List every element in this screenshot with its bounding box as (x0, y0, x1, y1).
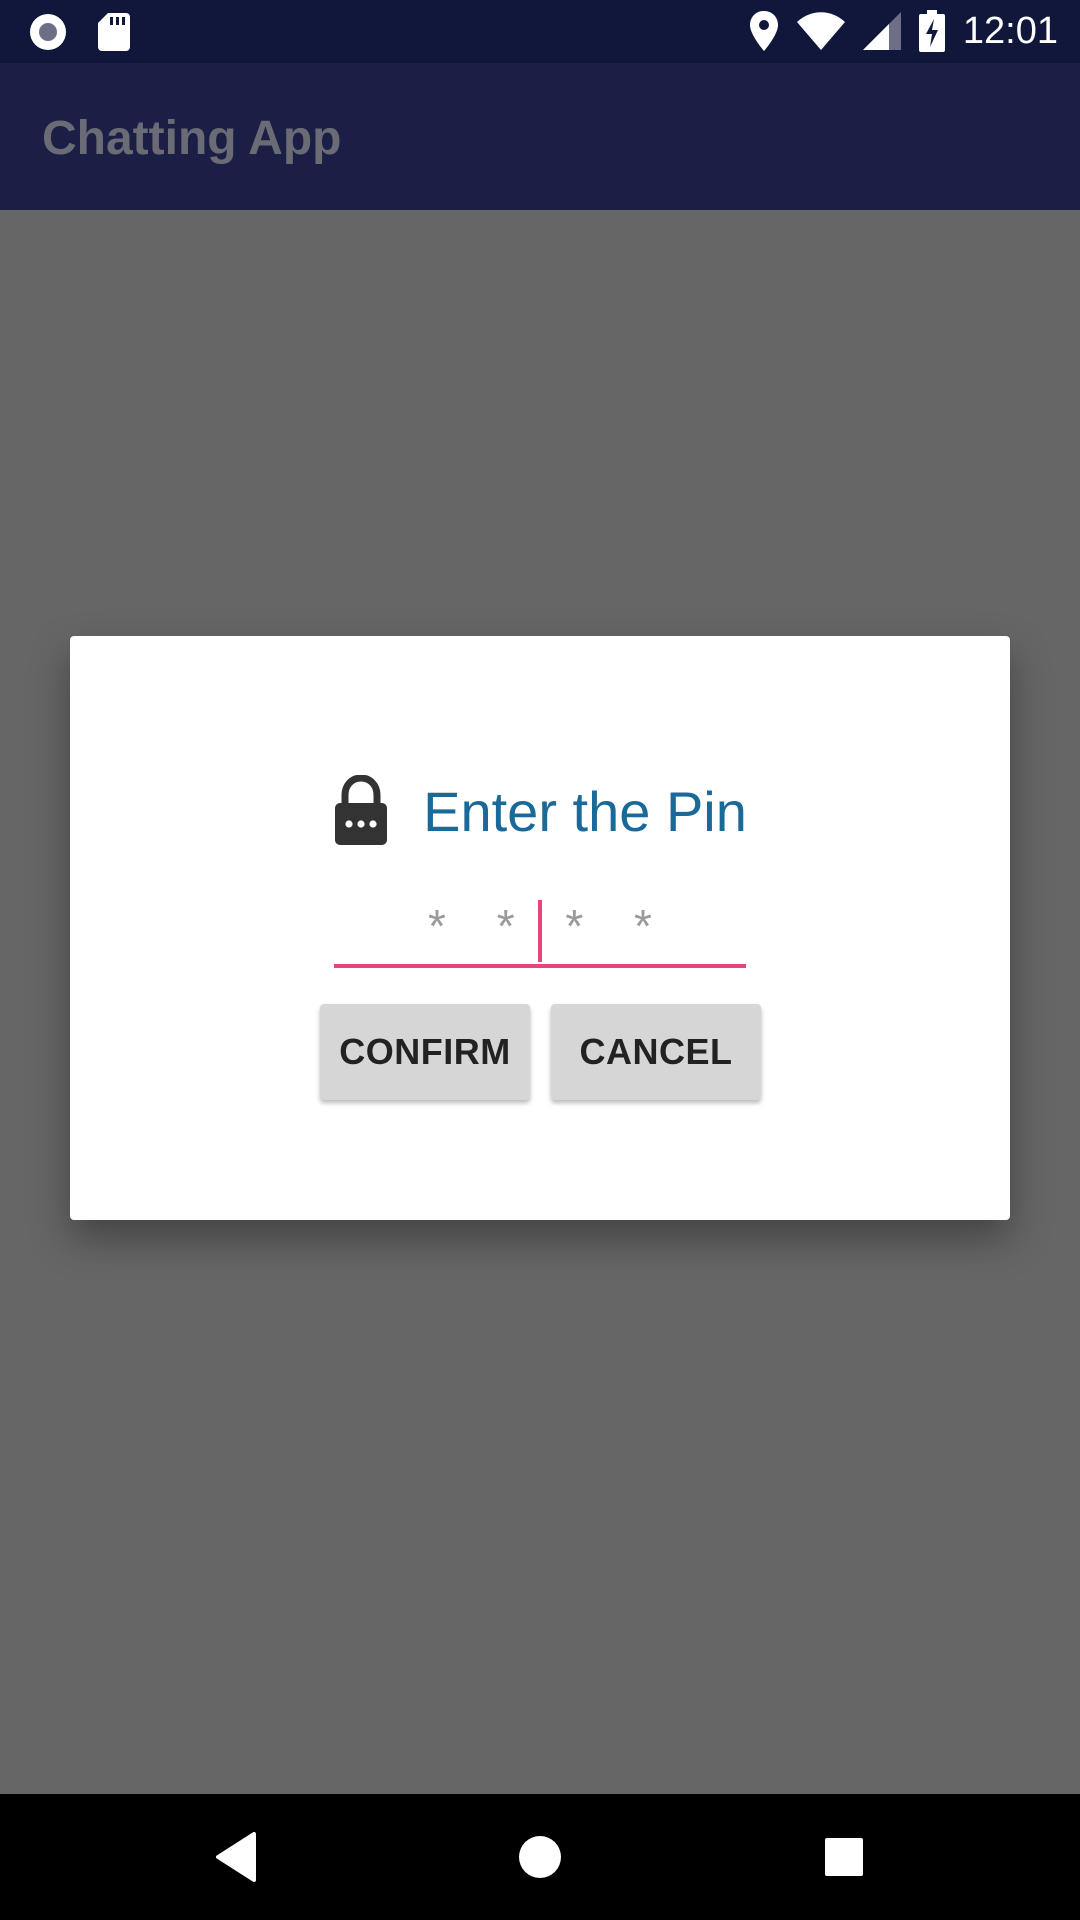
lock-icon (335, 775, 388, 845)
dialog-title: Enter the Pin (423, 779, 747, 843)
text-cursor (538, 900, 542, 962)
confirm-button[interactable]: CONFIRM (320, 1004, 530, 1100)
app-bar: Chatting App (0, 63, 1080, 210)
status-time: 12:01 (962, 9, 1058, 52)
cancel-button[interactable]: CANCEL (551, 1004, 761, 1100)
home-icon (519, 1836, 561, 1878)
app-title: Chatting App (42, 112, 342, 165)
battery-charging-icon (918, 10, 945, 52)
recents-icon (825, 1838, 863, 1876)
cell-signal-icon (862, 12, 901, 50)
recents-button[interactable] (811, 1824, 877, 1890)
record-icon (30, 14, 66, 50)
back-icon (216, 1832, 256, 1882)
pin-dialog: Enter the Pin * * * * CONFIRM CANCEL (70, 636, 1010, 1220)
sd-card-icon (98, 13, 130, 51)
back-button[interactable] (203, 1824, 269, 1890)
location-icon (749, 11, 778, 51)
status-right-icons: 12:01 (749, 8, 1058, 54)
status-left-icons (28, 12, 130, 52)
navigation-bar (0, 1794, 1080, 1920)
dialog-header: Enter the Pin (70, 766, 1010, 856)
home-button[interactable] (507, 1824, 573, 1890)
status-bar: 12:01 (0, 0, 1080, 63)
wifi-icon (796, 12, 845, 50)
